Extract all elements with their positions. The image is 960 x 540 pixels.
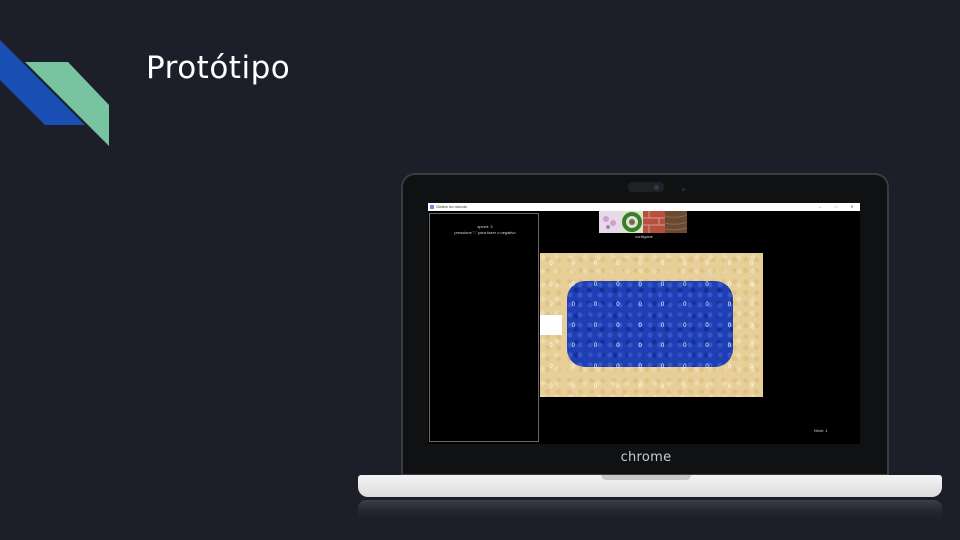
hint-label: pressione "-" para fazer o negativo <box>454 230 516 235</box>
grid-cell[interactable]: 0 <box>611 259 625 269</box>
grid-cell[interactable]: 0 <box>722 280 736 290</box>
grid-cell[interactable]: 0 <box>544 321 558 331</box>
grid-cell[interactable]: 0 <box>566 382 580 392</box>
grid-cell[interactable]: 0 <box>544 362 558 372</box>
maximize-button[interactable]: □ <box>830 203 842 211</box>
grid-cell[interactable]: 0 <box>544 341 558 351</box>
grid-cell[interactable]: 0 <box>611 362 625 372</box>
grid-cell[interactable]: 0 <box>589 259 603 269</box>
grid-cell[interactable]: 0 <box>633 341 647 351</box>
webcam-lens <box>654 185 659 190</box>
grid-cell[interactable]: 0 <box>544 280 558 290</box>
grid-cell[interactable]: 0 <box>544 300 558 310</box>
grid-cell[interactable]: 0 <box>678 321 692 331</box>
grid-cell[interactable]: 0 <box>544 259 558 269</box>
grid-cell[interactable]: 0 <box>633 362 647 372</box>
window-titlebar[interactable]: Gestor do mundo – □ ✕ <box>428 203 860 211</box>
grid-cell[interactable]: 0 <box>566 259 580 269</box>
grid-cell[interactable]: 0 <box>678 280 692 290</box>
slide-title: Protótipo <box>146 50 291 86</box>
close-button[interactable]: ✕ <box>846 203 858 211</box>
grid-cell[interactable]: 0 <box>700 300 714 310</box>
brick-tile[interactable] <box>643 211 665 233</box>
grid-cell[interactable]: 0 <box>700 341 714 351</box>
flowers-tile[interactable] <box>599 211 621 233</box>
webcam-indicator <box>682 188 685 191</box>
grid-cell[interactable]: 0 <box>700 280 714 290</box>
grid-cell[interactable]: 0 <box>611 300 625 310</box>
grid-cell[interactable]: 0 <box>566 321 580 331</box>
grid-cell[interactable]: 0 <box>745 382 759 392</box>
grid-cell[interactable]: 0 <box>589 321 603 331</box>
grid-cell[interactable]: 0 <box>611 341 625 351</box>
grid-cell[interactable]: 0 <box>722 341 736 351</box>
world-map[interactable]: 0000000000000000000000000000000000000000… <box>540 253 763 397</box>
grid-cell[interactable]: 0 <box>678 382 692 392</box>
grid-cell[interactable]: 0 <box>633 259 647 269</box>
grid-cell[interactable]: 0 <box>678 362 692 372</box>
wood-tile[interactable] <box>664 211 688 233</box>
grid-cell[interactable]: 0 <box>656 382 670 392</box>
grid-cell[interactable]: 0 <box>656 300 670 310</box>
grid-cell[interactable]: 0 <box>656 321 670 331</box>
grid-cell[interactable]: 0 <box>589 341 603 351</box>
window-title: Gestor do mundo <box>436 204 467 209</box>
info-panel: speed: 3 pressione "-" para fazer o nega… <box>429 213 539 442</box>
grid-cell[interactable]: 0 <box>722 382 736 392</box>
grid-cell[interactable]: 0 <box>745 300 759 310</box>
grid-cell[interactable]: 0 <box>656 362 670 372</box>
grid-cell[interactable]: 0 <box>678 259 692 269</box>
grid-cell[interactable]: 0 <box>700 321 714 331</box>
grid-cell[interactable]: 0 <box>656 280 670 290</box>
app-icon <box>430 205 434 209</box>
grid-cell[interactable]: 0 <box>656 341 670 351</box>
grid-cell[interactable]: 0 <box>633 300 647 310</box>
grid-cell[interactable]: 0 <box>745 259 759 269</box>
grid-cell[interactable]: 0 <box>589 280 603 290</box>
level-status: Nível: 1 <box>814 428 828 433</box>
grid-cell[interactable]: 0 <box>700 382 714 392</box>
grid-cell[interactable]: 0 <box>722 362 736 372</box>
grid-cell[interactable]: 0 <box>611 382 625 392</box>
grid-cell[interactable]: 0 <box>678 341 692 351</box>
grid-cell[interactable]: 0 <box>745 321 759 331</box>
wreath-tile[interactable] <box>621 211 643 233</box>
grid-cell[interactable]: 0 <box>656 259 670 269</box>
corner-decoration <box>0 40 109 146</box>
grid-cell[interactable]: 0 <box>589 382 603 392</box>
grid-cell[interactable]: 0 <box>633 382 647 392</box>
grid-cell[interactable]: 0 <box>611 321 625 331</box>
grid-cell[interactable]: 0 <box>589 362 603 372</box>
grid-cell[interactable]: 0 <box>611 280 625 290</box>
grid-cell[interactable]: 0 <box>589 300 603 310</box>
grid-cell[interactable]: 0 <box>745 362 759 372</box>
grid-cell[interactable]: 0 <box>700 259 714 269</box>
grid-cell[interactable]: 0 <box>566 341 580 351</box>
tiles-caption: configurar <box>635 234 653 239</box>
grid-cell[interactable]: 0 <box>566 300 580 310</box>
grid-cell[interactable]: 0 <box>745 341 759 351</box>
app-window: Gestor do mundo – □ ✕ speed: 3 pressione… <box>428 203 860 444</box>
grid-cell[interactable]: 0 <box>544 382 558 392</box>
grid-cell[interactable]: 0 <box>566 280 580 290</box>
grid-cell[interactable]: 0 <box>633 321 647 331</box>
grid-cell[interactable]: 0 <box>745 280 759 290</box>
grid-cell[interactable]: 0 <box>700 362 714 372</box>
grid-cell[interactable]: 0 <box>722 259 736 269</box>
grid-cell[interactable]: 0 <box>722 321 736 331</box>
minimize-button[interactable]: – <box>814 203 826 211</box>
speed-label: speed: 3 <box>477 224 493 229</box>
laptop-reflection <box>358 500 942 522</box>
laptop-hinge-notch <box>601 475 691 480</box>
grid-cell[interactable]: 0 <box>722 300 736 310</box>
grid-cell[interactable]: 0 <box>633 280 647 290</box>
grid-cell[interactable]: 0 <box>678 300 692 310</box>
laptop-brand: chrome <box>620 450 672 465</box>
grid-cell[interactable]: 0 <box>566 362 580 372</box>
